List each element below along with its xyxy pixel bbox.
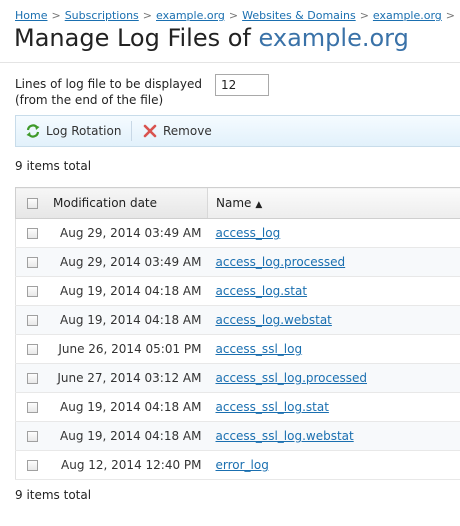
row-checkbox-cell <box>15 363 48 393</box>
log-file-link[interactable]: access_ssl_log.processed <box>216 371 368 385</box>
row-checkbox-cell <box>15 276 48 306</box>
row-name-cell: error_log <box>207 450 460 480</box>
row-name-cell: access_log.stat <box>207 276 460 306</box>
log-file-link[interactable]: access_log <box>216 226 281 240</box>
log-file-link[interactable]: access_log.processed <box>216 255 346 269</box>
breadcrumb-home[interactable]: Home <box>15 9 47 22</box>
row-checkbox[interactable] <box>26 373 38 384</box>
row-checkbox[interactable] <box>26 344 38 355</box>
row-checkbox-cell <box>15 334 48 364</box>
table-row: Aug 29, 2014 03:49 AM access_log.process… <box>15 247 460 277</box>
table-row: Aug 19, 2014 04:18 AM access_log.webstat <box>15 305 460 335</box>
row-date: Aug 19, 2014 04:18 AM <box>48 276 208 306</box>
lines-count-input[interactable] <box>215 74 269 96</box>
row-date: June 27, 2014 03:12 AM <box>48 363 208 393</box>
row-checkbox-cell <box>15 421 48 451</box>
row-name-cell: access_log.processed <box>207 247 460 277</box>
breadcrumb-separator: > <box>142 9 152 22</box>
log-file-link[interactable]: access_ssl_log.stat <box>216 400 329 414</box>
toolbar-separator <box>131 121 132 141</box>
breadcrumb-subscription-domain[interactable]: example.org <box>156 9 225 22</box>
row-date: Aug 19, 2014 04:18 AM <box>48 392 208 422</box>
table-row: Aug 29, 2014 03:49 AM access_log <box>15 218 460 248</box>
breadcrumb-separator: > <box>445 9 456 22</box>
row-checkbox-cell <box>15 247 48 277</box>
table-row: Aug 19, 2014 04:18 AM access_ssl_log.web… <box>15 421 460 451</box>
row-name-cell: access_ssl_log.webstat <box>207 421 460 451</box>
row-name-cell: access_ssl_log <box>207 334 460 364</box>
row-date: June 26, 2014 05:01 PM <box>48 334 208 364</box>
row-date: Aug 19, 2014 04:18 AM <box>48 305 208 335</box>
items-total-top: 9 items total <box>15 159 92 173</box>
column-header-name-label: Name <box>216 196 252 210</box>
row-name-cell: access_log.webstat <box>207 305 460 335</box>
row-checkbox[interactable] <box>26 315 38 326</box>
row-date: Aug 29, 2014 03:49 AM <box>48 247 208 277</box>
rotate-icon <box>25 123 41 139</box>
table-row: June 27, 2014 03:12 AM access_ssl_log.pr… <box>15 363 460 393</box>
column-header-date-label: Modification date <box>53 196 158 210</box>
row-checkbox-cell <box>15 305 48 335</box>
table-row: Aug 12, 2014 12:40 PM error_log <box>15 450 460 480</box>
log-rotation-label: Log Rotation <box>46 124 122 138</box>
breadcrumb-separator: > <box>228 9 239 22</box>
table-header-row: Modification date Name ▲ <box>15 187 460 219</box>
table-row: June 26, 2014 05:01 PM access_ssl_log <box>15 334 460 364</box>
row-date: Aug 29, 2014 03:49 AM <box>48 218 208 248</box>
row-checkbox[interactable] <box>26 257 38 268</box>
items-total-bottom: 9 items total <box>15 488 92 502</box>
remove-x-icon <box>142 123 158 139</box>
log-rotation-button[interactable]: Log Rotation <box>25 116 121 146</box>
title-divider <box>0 62 460 63</box>
page-title-domain: example.org <box>258 24 409 52</box>
row-date: Aug 19, 2014 04:18 AM <box>48 421 208 451</box>
table-row: Aug 19, 2014 04:18 AM access_log.stat <box>15 276 460 306</box>
row-name-cell: access_ssl_log.stat <box>207 392 460 422</box>
log-file-link[interactable]: access_ssl_log <box>216 342 303 356</box>
row-checkbox[interactable] <box>26 431 38 442</box>
lines-setting-label: Lines of log file to be displayed (from … <box>15 76 202 108</box>
lines-setting-label-line1: Lines of log file to be displayed <box>15 77 202 91</box>
row-checkbox[interactable] <box>26 286 38 297</box>
row-checkbox[interactable] <box>26 228 38 239</box>
toolbar: Log Rotation Remove <box>15 115 460 147</box>
breadcrumb-subscriptions[interactable]: Subscriptions <box>65 9 139 22</box>
row-date: Aug 12, 2014 12:40 PM <box>48 450 208 480</box>
column-header-modification-date[interactable]: Modification date <box>48 187 208 219</box>
remove-label: Remove <box>163 124 212 138</box>
select-all-cell <box>15 187 48 219</box>
breadcrumb: Home > Subscriptions > example.org > Websites … <box>15 9 459 22</box>
log-files-table: Modification date Name ▲ Aug 29, 2014 03:… <box>15 187 460 480</box>
table-body: Aug 29, 2014 03:49 AM access_log Aug 29,… <box>15 218 460 480</box>
breadcrumb-domain[interactable]: example.org <box>373 9 442 22</box>
lines-setting-label-line2: (from the end of the file) <box>15 93 164 107</box>
select-all-checkbox[interactable] <box>26 198 38 209</box>
breadcrumb-separator: > <box>359 9 369 22</box>
page-title-prefix: Manage Log Files of <box>14 24 251 52</box>
log-file-link[interactable]: access_log.stat <box>216 284 308 298</box>
row-checkbox[interactable] <box>26 460 38 471</box>
remove-button[interactable]: Remove <box>142 116 212 146</box>
log-file-link[interactable]: error_log <box>216 458 269 472</box>
sort-ascending-icon: ▲ <box>255 200 263 210</box>
row-checkbox-cell <box>15 450 48 480</box>
breadcrumb-websites-domains[interactable]: Websites & Domains <box>242 9 356 22</box>
breadcrumb-separator: > <box>51 9 61 22</box>
log-file-link[interactable]: access_log.webstat <box>216 313 332 327</box>
table-row: Aug 19, 2014 04:18 AM access_ssl_log.sta… <box>15 392 460 422</box>
row-checkbox-cell <box>15 218 48 248</box>
row-checkbox[interactable] <box>26 402 38 413</box>
column-header-name[interactable]: Name ▲ <box>207 187 460 219</box>
log-file-link[interactable]: access_ssl_log.webstat <box>216 429 354 443</box>
row-name-cell: access_ssl_log.processed <box>207 363 460 393</box>
row-checkbox-cell <box>15 392 48 422</box>
page-title: Manage Log Files of example.org <box>14 24 409 52</box>
row-name-cell: access_log <box>207 218 460 248</box>
